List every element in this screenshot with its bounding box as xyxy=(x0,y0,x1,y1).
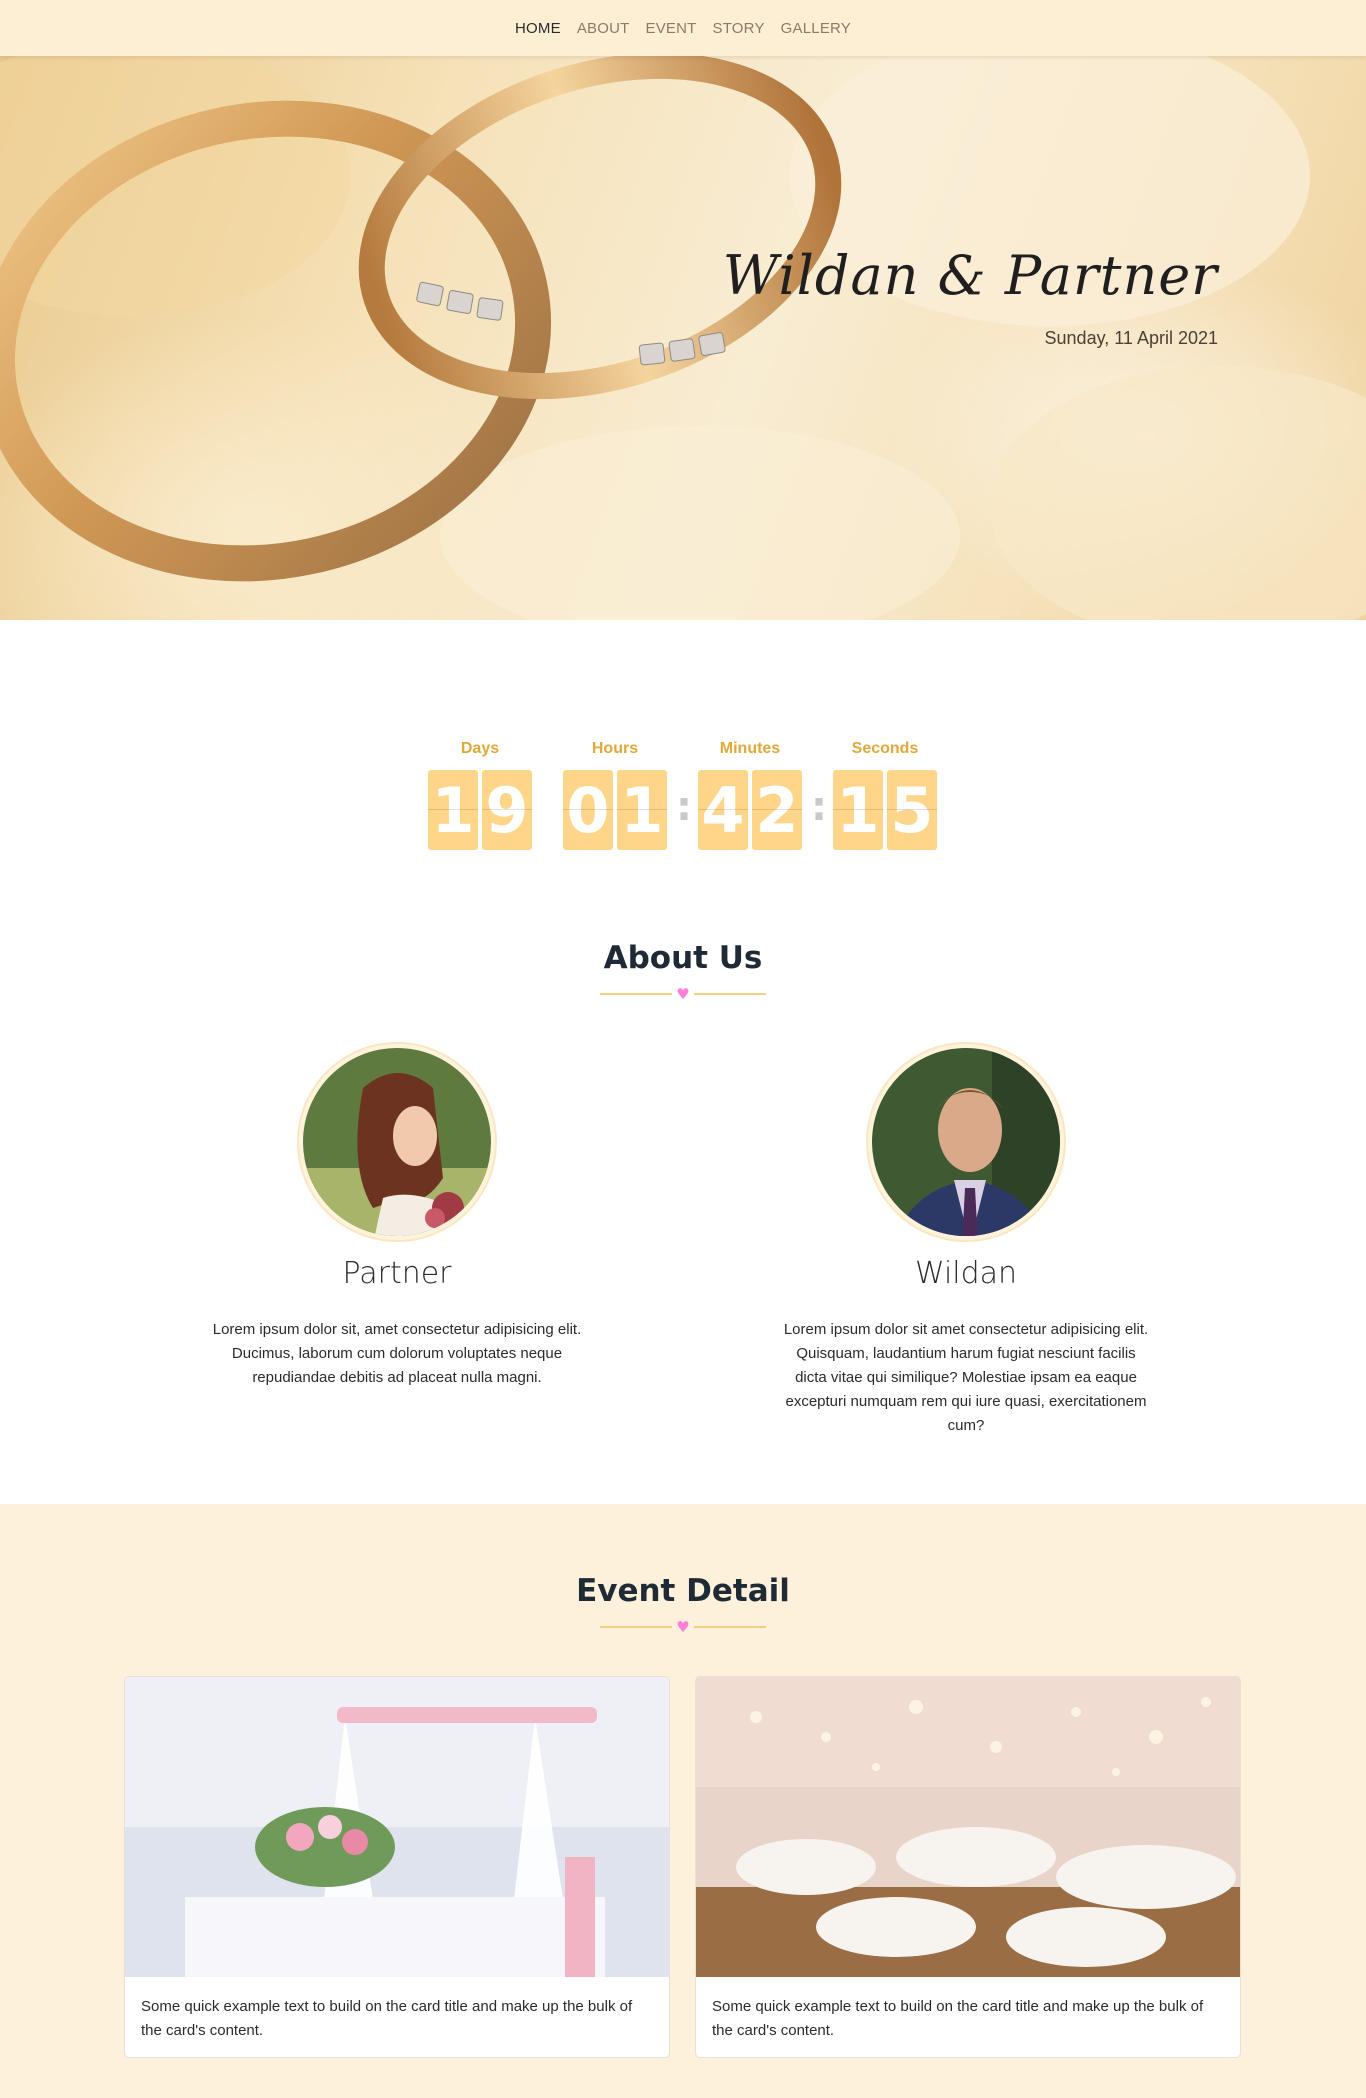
reception-hall-photo xyxy=(696,1677,1240,1977)
seconds-digit-2: 5 xyxy=(887,770,937,850)
partner-bio: Lorem ipsum dolor sit, amet consectetur … xyxy=(212,1321,582,1386)
couple-names-title: Wildan & Partner xyxy=(722,244,1218,307)
event-card: Some quick example text to build on the … xyxy=(124,1676,670,2058)
divider-line xyxy=(600,993,672,995)
divider-line xyxy=(694,1626,766,1628)
minutes-digit-1: 4 xyxy=(698,770,748,850)
groom-bio: Lorem ipsum dolor sit amet consectetur a… xyxy=(783,1321,1149,1434)
about-section-title: About Us xyxy=(603,940,763,976)
event-card-text: Some quick example text to build on the … xyxy=(712,1998,1204,2039)
about-divider: ♥ xyxy=(600,984,766,1004)
days-label: Days xyxy=(460,740,500,757)
minutes-digit-2: 2 xyxy=(752,770,802,850)
nav-gallery-link[interactable]: GALLERY xyxy=(781,20,851,37)
hours-label: Hours xyxy=(591,740,639,757)
groom-name: Wildan xyxy=(914,1256,1018,1291)
minutes-label: Minutes xyxy=(719,740,781,757)
countdown-timer: Days 1 9 Hours 0 1 : Minutes 4 2 : Secon… xyxy=(0,740,1366,850)
wedding-date: Sunday, 11 April 2021 xyxy=(1044,328,1218,348)
event-section-title: Event Detail xyxy=(576,1573,790,1609)
groom-avatar xyxy=(868,1044,1064,1240)
nav-story-link[interactable]: STORY xyxy=(713,20,765,37)
days-digit-1: 1 xyxy=(428,770,478,850)
nav-event-link[interactable]: EVENT xyxy=(646,20,697,37)
hours-digit-1: 0 xyxy=(563,770,613,850)
countdown-separator: : xyxy=(811,784,827,830)
event-divider: ♥ xyxy=(600,1617,766,1637)
divider-line xyxy=(600,1626,672,1628)
partner-avatar xyxy=(299,1044,495,1240)
navbar: HOME ABOUT EVENT STORY GALLERY xyxy=(0,0,1366,56)
event-card-text: Some quick example text to build on the … xyxy=(141,1998,633,2039)
hero-banner: Wildan & Partner Sunday, 11 April 2021 xyxy=(0,56,1366,620)
event-card: Some quick example text to build on the … xyxy=(695,1676,1241,2058)
countdown-separator: : xyxy=(676,784,692,830)
heart-icon: ♥ xyxy=(676,985,690,1003)
heart-icon: ♥ xyxy=(676,1618,690,1636)
nav-home-link[interactable]: HOME xyxy=(515,20,561,37)
partner-name: Partner xyxy=(342,1256,452,1291)
nav-about-link[interactable]: ABOUT xyxy=(577,20,630,37)
seconds-digit-1: 1 xyxy=(833,770,883,850)
divider-line xyxy=(694,993,766,995)
days-digit-2: 9 xyxy=(482,770,532,850)
seconds-label: Seconds xyxy=(851,740,919,757)
hours-digit-2: 1 xyxy=(617,770,667,850)
ceremony-photo xyxy=(125,1677,669,1977)
